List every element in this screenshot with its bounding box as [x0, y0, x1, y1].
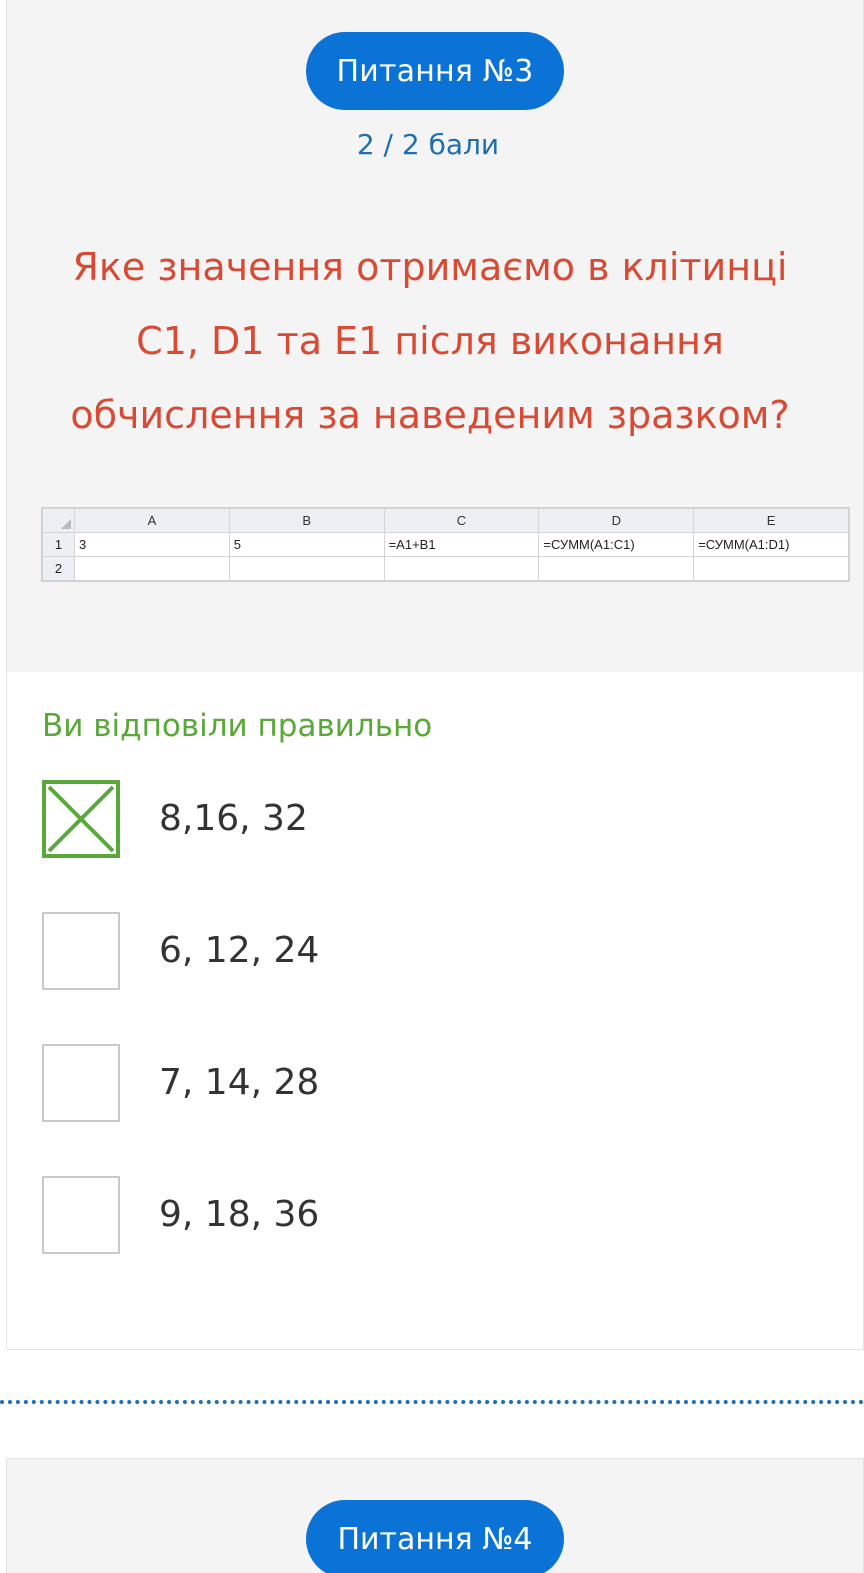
- column-header: E: [693, 508, 849, 533]
- result-message: Ви відповіли правильно: [42, 708, 433, 744]
- question-card: [6, 0, 864, 1350]
- sheet-corner: [42, 508, 75, 533]
- cross-check-icon: [47, 785, 115, 853]
- row-header: 1: [42, 532, 75, 557]
- answer-option[interactable]: 7, 14, 28: [42, 1044, 742, 1122]
- table-row: 1 3 5 =A1+B1 =СУММ(A1:C1) =СУММ(A1:D1): [42, 532, 849, 557]
- answer-label: 6, 12, 24: [159, 930, 320, 971]
- cell: 5: [228, 532, 385, 557]
- question-line: Яке значення отримаємо в клітинці: [72, 245, 788, 289]
- spreadsheet-image: A B C D E 1 3 5 =A1+B1 =СУММ(A1:C1) =СУМ…: [41, 507, 850, 582]
- select-all-icon: [61, 519, 71, 529]
- cell: [693, 556, 849, 581]
- answer-option[interactable]: 9, 18, 36: [42, 1176, 742, 1254]
- checkbox[interactable]: [42, 1044, 120, 1122]
- answer-label: 8,16, 32: [159, 798, 308, 839]
- answer-option[interactable]: 6, 12, 24: [42, 912, 742, 990]
- question-text: Яке значення отримаємо в клітинці С1, D1…: [10, 230, 850, 452]
- question-number-badge: Питання №3: [306, 32, 564, 110]
- answer-label: 7, 14, 28: [159, 1062, 320, 1103]
- table-row: 2: [42, 556, 849, 581]
- checkbox[interactable]: [42, 912, 120, 990]
- cell: =A1+B1: [383, 532, 540, 557]
- cell: 3: [74, 532, 230, 557]
- checkbox-checked[interactable]: [42, 780, 120, 858]
- cell: [383, 556, 540, 581]
- column-header: B: [228, 508, 385, 533]
- cell: =СУММ(A1:D1): [693, 532, 849, 557]
- column-header: C: [383, 508, 540, 533]
- row-header: 2: [42, 556, 75, 581]
- cell: =СУММ(A1:C1): [538, 532, 695, 557]
- question-line: С1, D1 та Е1 після виконання: [136, 319, 724, 363]
- column-header: D: [538, 508, 695, 533]
- cell: [228, 556, 385, 581]
- question-line: обчислення за наведеним зразком?: [70, 393, 790, 437]
- section-divider: [0, 1400, 864, 1404]
- cell: [538, 556, 695, 581]
- cell: [74, 556, 230, 581]
- score-label: 2 / 2 бали: [356, 128, 500, 161]
- column-header: A: [74, 508, 230, 533]
- answer-label: 9, 18, 36: [159, 1194, 320, 1235]
- checkbox[interactable]: [42, 1176, 120, 1254]
- next-question-badge: Питання №4: [306, 1500, 564, 1573]
- answer-option[interactable]: 8,16, 32: [42, 780, 742, 858]
